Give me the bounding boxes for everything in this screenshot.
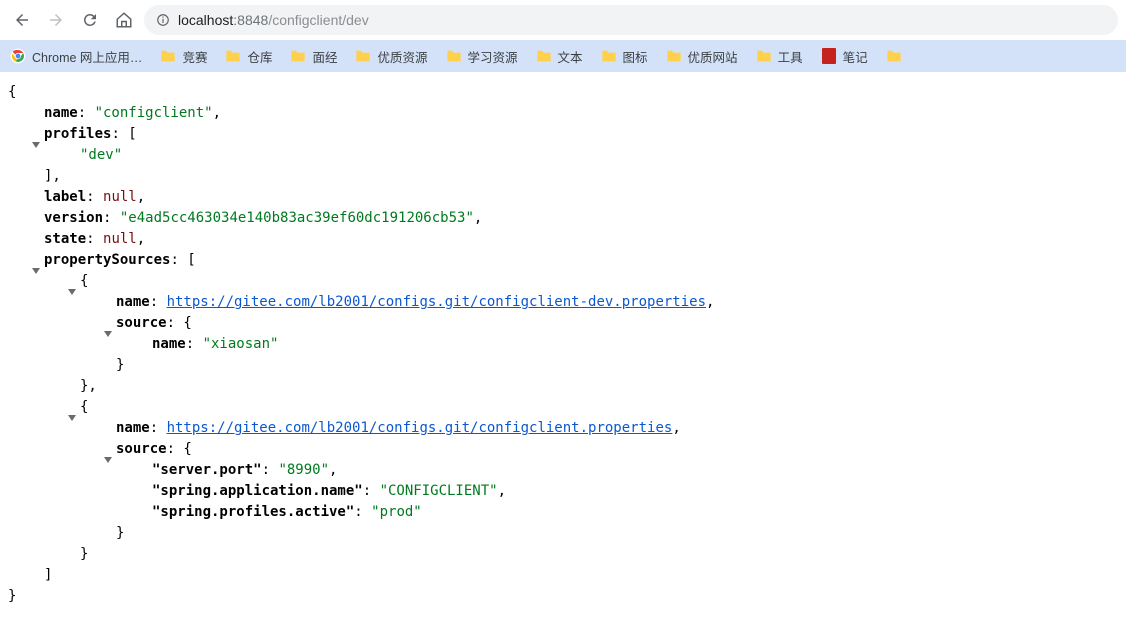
folder-icon [756, 48, 772, 64]
brace-close: } [8, 544, 1118, 565]
folder-icon [355, 48, 371, 64]
brace-close: } [8, 586, 1118, 607]
bookmark-chrome-store[interactable]: Chrome 网上应用… [10, 47, 142, 66]
json-array-item: { [8, 271, 1118, 292]
folder-icon [290, 48, 306, 64]
json-ps1-source: source: { [8, 439, 1118, 460]
property-source-link[interactable]: https://gitee.com/lb2001/configs.git/con… [167, 294, 706, 310]
bookmarks-bar: Chrome 网上应用… 竞赛 仓库 面经 优质资源 学习资源 文本 图标 优质… [0, 40, 1126, 72]
json-field-state: state: null, [8, 229, 1118, 250]
json-viewer: { name: "configclient", profiles: [ "dev… [0, 72, 1126, 617]
json-ps0-name: name: https://gitee.com/lb2001/configs.g… [8, 292, 1118, 313]
json-ps1-appname: "spring.application.name": "CONFIGCLIENT… [8, 481, 1118, 502]
reload-icon [81, 11, 99, 29]
bookmark-label: 优质资源 [377, 47, 427, 66]
bookmark-label: 工具 [778, 47, 803, 66]
folder-icon [666, 48, 682, 64]
bookmark-folder[interactable]: 文本 [536, 47, 583, 66]
back-button[interactable] [8, 6, 36, 34]
bookmark-label: Chrome 网上应用… [32, 47, 142, 66]
bookmark-folder[interactable]: 优质资源 [355, 47, 427, 66]
address-bar[interactable]: localhost:8848/configclient/dev [144, 5, 1118, 35]
folder-icon [446, 48, 462, 64]
bookmark-label: 学习资源 [468, 47, 518, 66]
reload-button[interactable] [76, 6, 104, 34]
folder-icon [601, 48, 617, 64]
json-ps1-name: name: https://gitee.com/lb2001/configs.g… [8, 418, 1118, 439]
folder-icon [536, 48, 552, 64]
book-icon [821, 48, 837, 64]
bookmark-label: 文本 [558, 47, 583, 66]
arrow-right-icon [47, 11, 65, 29]
bookmark-folder[interactable]: 工具 [756, 47, 803, 66]
bookmark-folder[interactable] [886, 48, 908, 64]
property-source-link[interactable]: https://gitee.com/lb2001/configs.git/con… [167, 420, 673, 436]
info-icon [156, 13, 170, 27]
folder-icon [225, 48, 241, 64]
json-array-item: { [8, 397, 1118, 418]
json-field-profiles: profiles: [ [8, 124, 1118, 145]
bookmark-folder[interactable]: 仓库 [225, 47, 272, 66]
forward-button[interactable] [42, 6, 70, 34]
home-button[interactable] [110, 6, 138, 34]
json-field-propertysources: propertySources: [ [8, 250, 1118, 271]
bracket-close: ] [8, 565, 1118, 586]
chrome-icon [10, 48, 26, 64]
bookmark-folder[interactable]: 学习资源 [446, 47, 518, 66]
json-ps1-profiles: "spring.profiles.active": "prod" [8, 502, 1118, 523]
browser-toolbar: localhost:8848/configclient/dev [0, 0, 1126, 40]
url-text: localhost:8848/configclient/dev [178, 12, 369, 28]
bookmark-label: 仓库 [247, 47, 272, 66]
folder-icon [160, 48, 176, 64]
bookmark-folder[interactable]: 图标 [601, 47, 648, 66]
json-field-label: label: null, [8, 187, 1118, 208]
folder-icon [886, 48, 902, 64]
bookmark-label: 竞赛 [182, 47, 207, 66]
json-ps0-source: source: { [8, 313, 1118, 334]
bracket-close: ], [8, 166, 1118, 187]
json-field-version: version: "e4ad5cc463034e140b83ac39ef60dc… [8, 208, 1118, 229]
json-field-name: name: "configclient", [8, 103, 1118, 124]
bookmark-label: 面经 [312, 47, 337, 66]
brace-open: { [8, 82, 1118, 103]
bookmark-folder[interactable]: 优质网站 [666, 47, 738, 66]
bookmark-label: 笔记 [843, 47, 868, 66]
json-ps0-source-name: name: "xiaosan" [8, 334, 1118, 355]
bookmark-label: 图标 [623, 47, 648, 66]
brace-close: } [8, 355, 1118, 376]
brace-close: }, [8, 376, 1118, 397]
bookmark-folder[interactable]: 面经 [290, 47, 337, 66]
bookmark-folder[interactable]: 竞赛 [160, 47, 207, 66]
bookmark-label: 优质网站 [688, 47, 738, 66]
arrow-left-icon [13, 11, 31, 29]
bookmark-notes[interactable]: 笔记 [821, 47, 868, 66]
json-ps1-port: "server.port": "8990", [8, 460, 1118, 481]
brace-close: } [8, 523, 1118, 544]
home-icon [115, 11, 133, 29]
json-profiles-item: "dev" [8, 145, 1118, 166]
